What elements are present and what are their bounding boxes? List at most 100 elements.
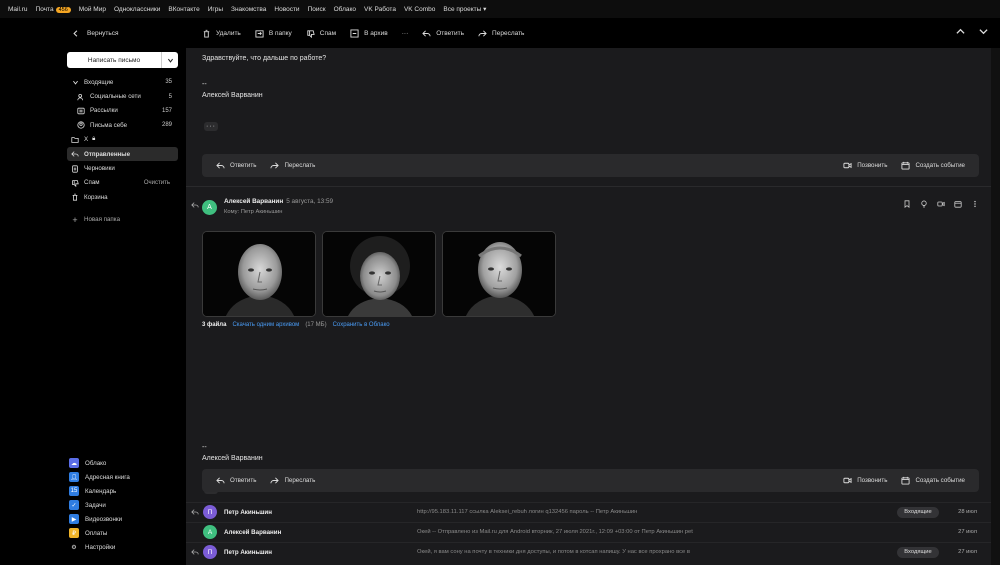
reply-button[interactable]: Ответить [216, 476, 256, 485]
signature-dash: -- [202, 444, 207, 451]
attachment-thumbnail[interactable] [322, 231, 436, 317]
people-icon [77, 93, 85, 101]
app-cloud[interactable]: ☁ Облако [67, 456, 178, 470]
thread-row[interactable]: А Алексей Варванин Окей -- Отправлено из… [186, 522, 991, 541]
newsletter-icon [77, 107, 85, 115]
folder-inbox[interactable]: Входящие 35 [67, 75, 178, 89]
app-video-calls[interactable]: ▶ Видеозвонки [67, 512, 178, 526]
archive-size: (17 МБ) [305, 322, 327, 328]
thread-row[interactable]: П Петр Акиньшин Окей, я вам сону на почт… [186, 542, 991, 561]
move-to-folder-button[interactable]: В папку [255, 29, 292, 38]
portal-link-mailru[interactable]: Mail.ru [8, 6, 28, 13]
calendar-icon [901, 161, 910, 170]
app-payments[interactable]: ₽ Оплаты [67, 526, 178, 540]
event-label: Создать событие [915, 477, 965, 484]
thread-row[interactable]: П Петр Акиньшин http://95.183.11.117 ссы… [186, 502, 991, 521]
mail-unread-badge: 456 [55, 6, 71, 13]
call-button[interactable]: Позвонить [843, 161, 887, 170]
chevron-up-icon[interactable] [956, 27, 965, 36]
quoted-expand-button[interactable]: ··· [204, 122, 218, 131]
download-archive-link[interactable]: Скачать одним архивом [232, 322, 299, 328]
portrait-image [443, 232, 555, 316]
sender[interactable]: Алексей Варванин 5 августа, 13:59 [224, 198, 333, 205]
call-button[interactable]: Позвонить [843, 476, 887, 485]
folder-list: Входящие 35 Социальные сети 5 Рассылки 1… [67, 75, 178, 227]
folder-count: 35 [165, 79, 172, 86]
chevron-down-icon[interactable] [71, 78, 79, 86]
create-event-button[interactable]: Создать событие [901, 476, 965, 485]
save-to-cloud-link[interactable]: Сохранить в Облако [333, 322, 390, 328]
portal-link-news[interactable]: Новости [274, 6, 299, 13]
forward-button[interactable]: Переслать [270, 161, 315, 170]
row-sender: Петр Акиньшин [224, 548, 272, 556]
compose-dropdown[interactable] [162, 52, 178, 68]
portal-link-vkjob[interactable]: VK Работа [364, 6, 396, 13]
delete-button[interactable]: Удалить [202, 29, 241, 38]
folder-icon [71, 136, 79, 144]
folder-newsletters[interactable]: Рассылки 157 [67, 104, 178, 118]
folder-sent[interactable]: Отправленные [67, 146, 178, 162]
portal-link-ok[interactable]: Одноклассники [114, 6, 160, 13]
portal-link-vkcombo[interactable]: VK Combo [404, 6, 435, 13]
row-snippet: http://95.183.11.117 ссылка Aleksei_rebu… [417, 509, 638, 515]
folder-count: 5 [168, 93, 172, 100]
portal-link-cloud[interactable]: Облако [334, 6, 356, 13]
folder-x[interactable]: X 🔒︎ [67, 133, 178, 147]
app-calendar[interactable]: 15 Календарь [67, 484, 178, 498]
compose-button[interactable]: Написать письмо [67, 52, 178, 68]
app-settings[interactable]: ⚙ Настройки [67, 540, 178, 554]
spam-button[interactable]: Спам [306, 29, 336, 38]
portal-link-dating[interactable]: Знакомства [231, 6, 266, 13]
attachment-thumbnail[interactable] [442, 231, 556, 317]
clear-spam-button[interactable]: Очистить [144, 180, 170, 186]
mail-toolbar: Вернуться Удалить В папку Спам В архив ·… [0, 18, 1000, 48]
forward-button[interactable]: Переслать [270, 476, 315, 485]
scrollbar[interactable] [991, 48, 1000, 565]
portal-link-mail[interactable]: Почта 456 [36, 6, 71, 13]
folder-drafts[interactable]: Черновики [67, 161, 178, 175]
portal-mail-label: Почта [35, 5, 54, 13]
folder-self[interactable]: Письма себе 289 [67, 118, 178, 132]
folder-social[interactable]: Социальные сети 5 [67, 89, 178, 103]
portal-link-moymir[interactable]: Мой Мир [79, 6, 106, 13]
more-label: ··· [401, 29, 409, 37]
forward-button[interactable]: Переслать [478, 29, 524, 38]
app-label: Оплаты [85, 529, 108, 537]
forward-icon [478, 29, 487, 37]
gear-icon: ⚙ [71, 544, 77, 551]
new-folder-button[interactable]: + Новая папка [67, 213, 178, 227]
lock-icon: 🔒︎ [92, 136, 96, 143]
avatar[interactable]: А [202, 200, 217, 215]
signature: Алексей Варванин [202, 92, 263, 99]
reply-button[interactable]: Ответить [216, 161, 256, 170]
more-button[interactable]: ··· [402, 30, 409, 37]
folder-count: 289 [161, 122, 172, 129]
more-vertical-icon[interactable] [971, 200, 979, 208]
folder-trash[interactable]: Корзина [67, 190, 178, 204]
portal-link-vk[interactable]: ВКонтакте [168, 6, 199, 13]
reply-icon [216, 477, 225, 484]
portal-link-search[interactable]: Поиск [308, 6, 326, 13]
lightbulb-icon[interactable] [920, 200, 928, 208]
call-label: Позвонить [857, 477, 888, 484]
calendar-icon[interactable] [954, 200, 962, 208]
bookmark-icon[interactable] [903, 200, 911, 208]
folder-spam[interactable]: Спам Очистить [67, 176, 178, 190]
avatar: А [203, 525, 217, 539]
app-addressbook[interactable]: 👤︎ Адресная книга [67, 470, 178, 484]
reply-button[interactable]: Ответить [422, 29, 464, 38]
message-date: 5 августа, 13:59 [286, 198, 334, 205]
folder-label: Спам [84, 179, 100, 187]
wallet-icon: ₽ [69, 528, 79, 538]
chevron-down-icon[interactable] [979, 27, 988, 36]
app-tasks[interactable]: ✓ Задачи [67, 498, 178, 512]
attachment-thumbnail[interactable] [202, 231, 316, 317]
archive-button[interactable]: В архив [350, 28, 388, 38]
back-button[interactable]: Вернуться [0, 30, 186, 37]
trash-icon [71, 193, 79, 201]
files-count: 3 файла [202, 322, 227, 328]
portal-link-all-projects[interactable]: Все проекты ▾ [443, 5, 486, 13]
portal-link-games[interactable]: Игры [208, 6, 223, 13]
create-event-button[interactable]: Создать событие [901, 161, 965, 170]
video-call-icon[interactable] [937, 200, 945, 208]
